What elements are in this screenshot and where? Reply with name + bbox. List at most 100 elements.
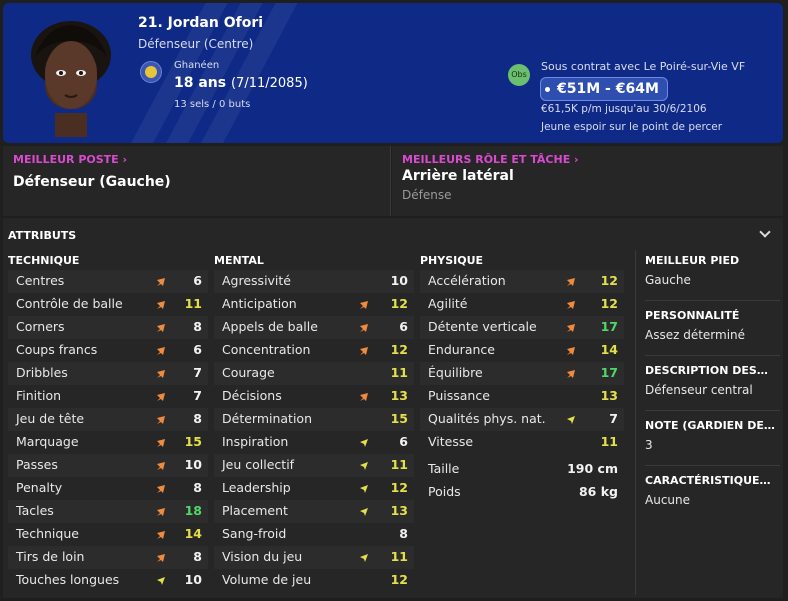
- attribute-row[interactable]: Dribbles 7: [8, 362, 208, 385]
- attribute-label: Placement: [222, 503, 288, 518]
- attribute-row[interactable]: Détente verticale 17: [420, 316, 624, 339]
- attribute-row[interactable]: Accélération 12: [420, 270, 624, 293]
- attribute-row[interactable]: Finition 7: [8, 385, 208, 408]
- attribute-row[interactable]: Inspiration 6: [214, 431, 414, 454]
- attribute-row[interactable]: Équilibre 17: [420, 362, 624, 385]
- attributes-panel: ATTRIBUTS TECHNIQUE MENTAL PHYSIQUE Cent…: [3, 218, 783, 598]
- attribute-row[interactable]: Corners 8: [8, 316, 208, 339]
- attribute-row[interactable]: Jeu collectif 11: [214, 454, 414, 477]
- trend-down-arrow-icon: [360, 554, 368, 562]
- nation-flag-icon[interactable]: [140, 61, 162, 83]
- preferred-foot: MEILLEUR PIED Gauche: [645, 254, 740, 287]
- attribute-value: 7: [609, 411, 618, 426]
- attribute-label: Dribbles: [16, 365, 68, 380]
- attribute-row[interactable]: Tirs de loin 8: [8, 546, 208, 569]
- trend-up-arrow-icon: [360, 347, 368, 355]
- player-caps: 13 sels / 0 buts: [174, 99, 251, 110]
- player-header: 21. Jordan Ofori Défenseur (Centre) Ghan…: [3, 3, 783, 143]
- trend-up-arrow-icon: [157, 531, 165, 539]
- trend-up-arrow-icon: [157, 393, 165, 401]
- attribute-label: Concentration: [222, 342, 311, 357]
- attribute-label: Vision du jeu: [222, 549, 303, 564]
- attribute-label: Jeu de tête: [16, 411, 85, 426]
- physique-header: PHYSIQUE: [420, 254, 484, 267]
- attribute-row[interactable]: Qualités phys. nat. 7: [420, 408, 624, 431]
- player-position: Défenseur (Centre): [138, 37, 254, 51]
- attribute-row[interactable]: Agressivité 10: [214, 270, 414, 293]
- attribute-value: 7: [193, 388, 202, 403]
- attribute-label: Passes: [16, 457, 58, 472]
- best-role-link[interactable]: MEILLEURS RÔLE ET TÂCHE ›: [402, 153, 579, 166]
- attribute-row[interactable]: Coups francs 6: [8, 339, 208, 362]
- goalkeeper-note: NOTE (GARDIEN DE… 3: [645, 419, 775, 452]
- attribute-value: 8: [399, 526, 408, 541]
- attribute-value: 12: [600, 296, 618, 311]
- attribute-value: 12: [390, 480, 408, 495]
- attribute-label: Décisions: [222, 388, 282, 403]
- attribute-row[interactable]: Technique 14: [8, 523, 208, 546]
- player-traits: CARACTÉRISTIQUE… Aucune: [645, 474, 771, 507]
- attribute-label: Agilité: [428, 296, 468, 311]
- description: DESCRIPTION DES… Défenseur central: [645, 364, 768, 397]
- player-name[interactable]: 21. Jordan Ofori: [138, 15, 263, 31]
- attribute-row[interactable]: Agilité 12: [420, 293, 624, 316]
- contract-wage: €61,5K p/m jusqu'au 30/6/2106: [541, 103, 707, 115]
- attribute-row[interactable]: Endurance 14: [420, 339, 624, 362]
- attribute-label: Accélération: [428, 273, 506, 288]
- attribute-row[interactable]: Décisions 13: [214, 385, 414, 408]
- attribute-row[interactable]: Tacles 18: [8, 500, 208, 523]
- attribute-label: Coups francs: [16, 342, 98, 357]
- attribute-value: 13: [390, 503, 408, 518]
- attribute-row[interactable]: Placement 13: [214, 500, 414, 523]
- attribute-row[interactable]: Centres 6: [8, 270, 208, 293]
- attribute-row[interactable]: Vision du jeu 11: [214, 546, 414, 569]
- best-position-link[interactable]: MEILLEUR POSTE ›: [13, 153, 127, 166]
- attribute-row[interactable]: Marquage 15: [8, 431, 208, 454]
- chevron-down-icon[interactable]: [759, 226, 771, 238]
- attribute-value: 13: [390, 388, 408, 403]
- attribute-row[interactable]: Courage 11: [214, 362, 414, 385]
- technique-list: Centres 6 Contrôle de balle 11 Corners 8 Coups…: [8, 270, 208, 592]
- attribute-row[interactable]: Passes 10: [8, 454, 208, 477]
- attribute-label: Sang-froid: [222, 526, 287, 541]
- trend-up-arrow-icon: [360, 393, 368, 401]
- attribute-row[interactable]: Leadership 12: [214, 477, 414, 500]
- attribute-row[interactable]: Volume de jeu 12: [214, 569, 414, 592]
- attribute-label: Équilibre: [428, 365, 483, 380]
- attribute-row[interactable]: Appels de balle 6: [214, 316, 414, 339]
- attribute-row[interactable]: Jeu de tête 8: [8, 408, 208, 431]
- player-avatar: [31, 21, 111, 137]
- best-position-value: Défenseur (Gauche): [13, 174, 171, 190]
- contract-club[interactable]: Sous contrat avec Le Poiré-sur-Vie VF: [541, 60, 745, 73]
- trend-up-arrow-icon: [157, 416, 165, 424]
- trend-up-arrow-icon: [157, 324, 165, 332]
- attribute-label: Appels de balle: [222, 319, 318, 334]
- trend-up-arrow-icon: [567, 370, 575, 378]
- trend-up-arrow-icon: [567, 278, 575, 286]
- technique-header: TECHNIQUE: [8, 254, 80, 267]
- attribute-value: 18: [184, 503, 202, 518]
- best-role-panel: MEILLEURS RÔLE ET TÂCHE › Arrière latéra…: [392, 146, 783, 216]
- attribute-row[interactable]: Anticipation 12: [214, 293, 414, 316]
- attribute-row[interactable]: Touches longues 10: [8, 569, 208, 592]
- attribute-row[interactable]: Penalty 8: [8, 477, 208, 500]
- attribute-label: Tacles: [16, 503, 54, 518]
- trend-up-arrow-icon: [360, 301, 368, 309]
- attribute-row[interactable]: Contrôle de balle 11: [8, 293, 208, 316]
- transfer-value-badge[interactable]: €51M - €64M: [540, 77, 668, 101]
- attribute-value: 12: [600, 273, 618, 288]
- trend-down-arrow-icon: [360, 508, 368, 516]
- attribute-value: 11: [600, 434, 618, 449]
- attribute-row[interactable]: Puissance 13: [420, 385, 624, 408]
- attribute-row[interactable]: Détermination 15: [214, 408, 414, 431]
- attribute-row[interactable]: Sang-froid 8: [214, 523, 414, 546]
- trend-up-arrow-icon: [157, 370, 165, 378]
- attribute-label: Technique: [16, 526, 79, 541]
- attribute-row[interactable]: Vitesse 11: [420, 431, 624, 454]
- scout-obs-badge[interactable]: Obs: [508, 64, 530, 86]
- attribute-value: 15: [390, 411, 408, 426]
- attribute-value: 8: [193, 411, 202, 426]
- attribute-label: Détermination: [222, 411, 313, 426]
- trend-down-arrow-icon: [360, 485, 368, 493]
- attribute-row[interactable]: Concentration 12: [214, 339, 414, 362]
